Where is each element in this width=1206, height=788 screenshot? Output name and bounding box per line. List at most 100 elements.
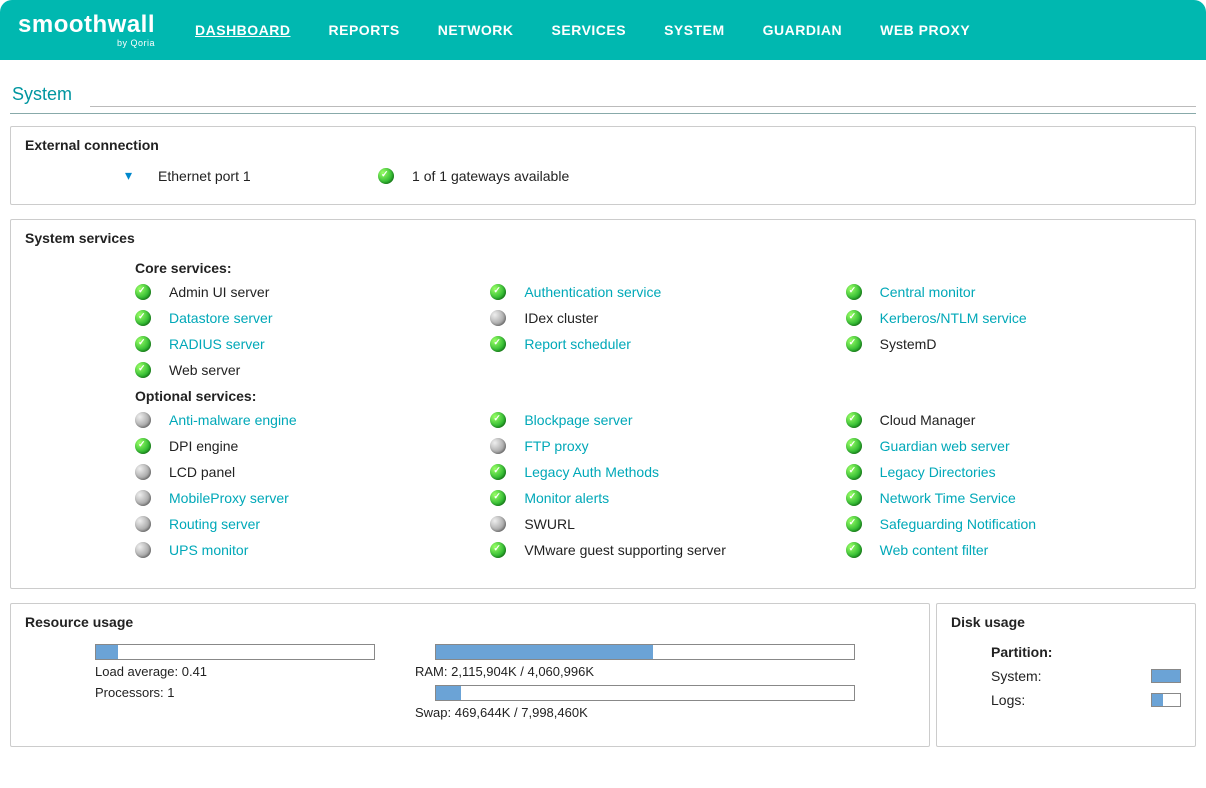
nav-services[interactable]: SERVICES: [552, 22, 627, 38]
service-name: VMware guest supporting server: [524, 542, 726, 558]
service-item: SWURL: [490, 516, 825, 532]
ram-text: RAM: 2,115,904K / 4,060,996K: [415, 664, 855, 679]
service-name[interactable]: Authentication service: [524, 284, 661, 300]
service-name[interactable]: Monitor alerts: [524, 490, 609, 506]
service-item: Datastore server: [135, 310, 470, 326]
service-item: Blockpage server: [490, 412, 825, 428]
service-name[interactable]: Report scheduler: [524, 336, 631, 352]
service-item: Monitor alerts: [490, 490, 825, 506]
status-ok-icon: [846, 490, 862, 506]
service-item: Cloud Manager: [846, 412, 1181, 428]
load-average-text: Load average: 0.41: [95, 664, 375, 679]
system-services-title: System services: [25, 230, 1181, 246]
service-name[interactable]: Guardian web server: [880, 438, 1010, 454]
service-name: SystemD: [880, 336, 937, 352]
service-name[interactable]: Web content filter: [880, 542, 989, 558]
service-item: VMware guest supporting server: [490, 542, 825, 558]
disk-row-label: Logs:: [991, 692, 1025, 708]
service-name: Cloud Manager: [880, 412, 976, 428]
status-ok-icon: [378, 168, 394, 184]
nav-network[interactable]: NETWORK: [438, 22, 514, 38]
status-ok-icon: [490, 336, 506, 352]
service-item: IDex cluster: [490, 310, 825, 326]
status-ok-icon: [135, 438, 151, 454]
service-name[interactable]: Network Time Service: [880, 490, 1016, 506]
service-item: Report scheduler: [490, 336, 825, 352]
service-name: Admin UI server: [169, 284, 269, 300]
service-item: Kerberos/NTLM service: [846, 310, 1181, 326]
service-item: RADIUS server: [135, 336, 470, 352]
service-name[interactable]: UPS monitor: [169, 542, 248, 558]
status-ok-icon: [490, 542, 506, 558]
disk-row: System:: [991, 668, 1181, 684]
service-item: LCD panel: [135, 464, 470, 480]
service-item: UPS monitor: [135, 542, 470, 558]
service-item: FTP proxy: [490, 438, 825, 454]
service-item: Guardian web server: [846, 438, 1181, 454]
load-bar: [95, 644, 375, 660]
core-services-grid: Admin UI server Authentication service Cen…: [25, 284, 1181, 378]
status-off-icon: [135, 542, 151, 558]
service-item: MobileProxy server: [135, 490, 470, 506]
service-item: DPI engine: [135, 438, 470, 454]
connection-interface: Ethernet port 1: [158, 168, 378, 184]
optional-services-heading: Optional services:: [25, 388, 1181, 404]
status-ok-icon: [135, 284, 151, 300]
service-item: Central monitor: [846, 284, 1181, 300]
service-name: DPI engine: [169, 438, 238, 454]
service-item: Safeguarding Notification: [846, 516, 1181, 532]
service-name[interactable]: Central monitor: [880, 284, 976, 300]
service-name: Web server: [169, 362, 240, 378]
resource-usage-panel: Resource usage Load average: 0.41 Proces…: [10, 603, 930, 747]
service-name[interactable]: Datastore server: [169, 310, 272, 326]
ram-bar: [435, 644, 855, 660]
status-off-icon: [135, 490, 151, 506]
service-item: Network Time Service: [846, 490, 1181, 506]
status-ok-icon: [135, 336, 151, 352]
service-name[interactable]: Blockpage server: [524, 412, 632, 428]
status-off-icon: [490, 310, 506, 326]
service-name[interactable]: Kerberos/NTLM service: [880, 310, 1027, 326]
status-off-icon: [490, 438, 506, 454]
service-name[interactable]: Safeguarding Notification: [880, 516, 1036, 532]
status-ok-icon: [846, 542, 862, 558]
page-title: System: [10, 70, 1196, 114]
status-off-icon: [135, 464, 151, 480]
status-off-icon: [490, 516, 506, 532]
status-ok-icon: [846, 336, 862, 352]
status-ok-icon: [846, 412, 862, 428]
service-name[interactable]: MobileProxy server: [169, 490, 289, 506]
service-name[interactable]: Routing server: [169, 516, 260, 532]
top-nav: smoothwall by Qoria DASHBOARDREPORTSNETW…: [0, 0, 1206, 60]
nav-guardian[interactable]: GUARDIAN: [763, 22, 842, 38]
external-connection-panel: External connection ▾ Ethernet port 1 1 …: [10, 126, 1196, 205]
status-ok-icon: [135, 310, 151, 326]
service-item: Legacy Directories: [846, 464, 1181, 480]
swap-text: Swap: 469,644K / 7,998,460K: [415, 705, 855, 720]
status-off-icon: [135, 516, 151, 532]
disk-usage-title: Disk usage: [951, 614, 1181, 630]
nav-reports[interactable]: REPORTS: [329, 22, 400, 38]
nav-web-proxy[interactable]: WEB PROXY: [880, 22, 970, 38]
service-name[interactable]: Legacy Auth Methods: [524, 464, 659, 480]
status-ok-icon: [846, 464, 862, 480]
disk-bar: [1151, 669, 1181, 683]
service-item: Web content filter: [846, 542, 1181, 558]
service-item: SystemD: [846, 336, 1181, 352]
service-name[interactable]: FTP proxy: [524, 438, 588, 454]
nav-dashboard[interactable]: DASHBOARD: [195, 22, 291, 38]
disk-bar: [1151, 693, 1181, 707]
external-connection-title: External connection: [25, 137, 1181, 153]
service-name[interactable]: RADIUS server: [169, 336, 265, 352]
nav-system[interactable]: SYSTEM: [664, 22, 725, 38]
service-name: LCD panel: [169, 464, 235, 480]
service-name: IDex cluster: [524, 310, 598, 326]
swap-bar: [435, 685, 855, 701]
status-ok-icon: [490, 464, 506, 480]
chevron-down-icon[interactable]: ▾: [125, 167, 132, 184]
disk-row: Logs:: [991, 692, 1181, 708]
resource-usage-title: Resource usage: [25, 614, 915, 630]
core-services-heading: Core services:: [25, 260, 1181, 276]
service-name[interactable]: Anti-malware engine: [169, 412, 297, 428]
service-name[interactable]: Legacy Directories: [880, 464, 996, 480]
